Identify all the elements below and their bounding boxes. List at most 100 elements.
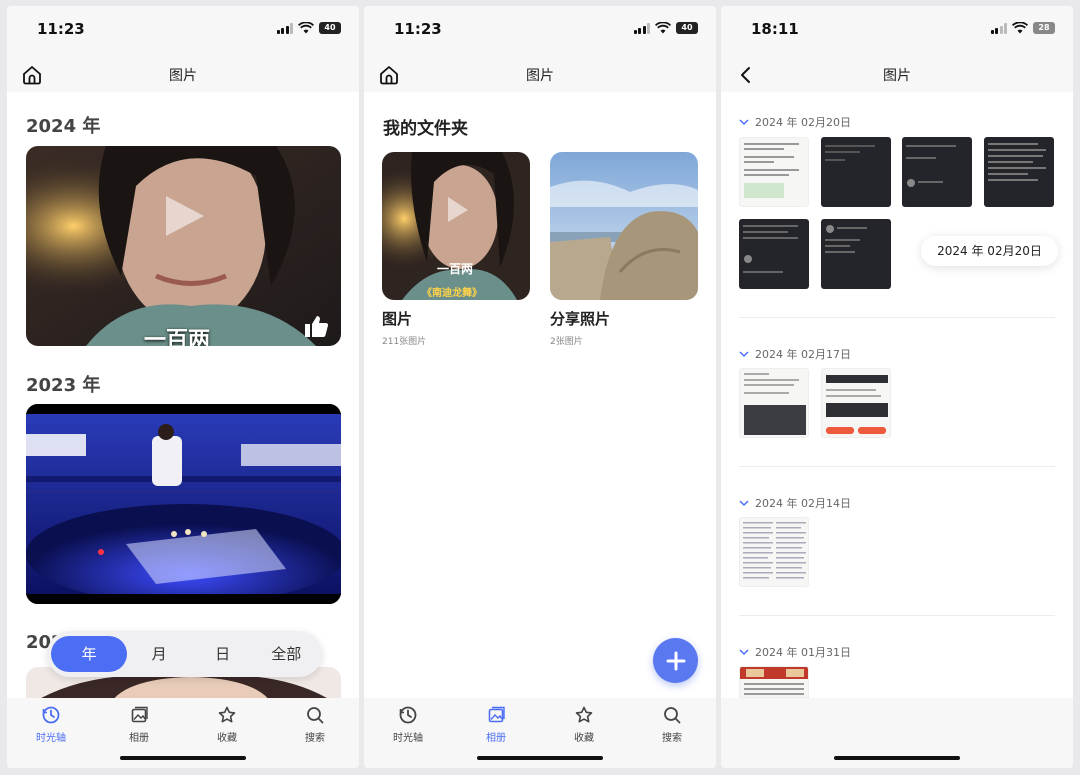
page-title: 图片 <box>883 68 911 84</box>
album-thumbnail <box>550 152 698 300</box>
nav-bar: 图片 <box>364 50 716 98</box>
segment-year[interactable]: 年 <box>51 636 128 672</box>
photo-thumb[interactable] <box>821 219 891 289</box>
album-count: 211张图片 <box>382 337 427 347</box>
date-label: 2024 年 02月20日 <box>755 116 851 129</box>
year-card-2024[interactable]: 一百两 <box>26 146 341 346</box>
photo-thumb[interactable] <box>739 219 809 289</box>
phone-albums: 11:23 40 图片 我的文件夹 一百两 《南迪龙舞》 图片 211张图片 分… <box>364 6 716 768</box>
tab-search[interactable]: 搜索 <box>628 704 716 768</box>
segment-month[interactable]: 月 <box>127 636 191 672</box>
date-label: 2024 年 02月17日 <box>755 348 851 361</box>
divider <box>739 317 1055 318</box>
photo-grid-content[interactable]: 2024 年 02月20日 2024 年 02月20日 2024 年 02月17… <box>721 92 1073 698</box>
album-card[interactable]: 一百两 《南迪龙舞》 图片 211张图片 <box>382 152 530 347</box>
tab-label: 时光轴 <box>36 733 66 744</box>
segment-day[interactable]: 日 <box>191 636 255 672</box>
battery-icon: 40 <box>676 22 698 34</box>
tab-timeline[interactable]: 时光轴 <box>364 704 452 768</box>
album-card[interactable]: 分享照片 2张图片 <box>550 152 698 347</box>
status-time: 11:23 <box>394 20 442 38</box>
period-segmented-control[interactable]: 年 月 日 全部 <box>47 631 322 677</box>
floating-date-chip: 2024 年 02月20日 <box>921 236 1058 266</box>
signal-icon <box>276 22 293 34</box>
video-thumbnail <box>26 146 341 346</box>
photo-thumb[interactable] <box>739 517 809 587</box>
tab-search[interactable]: 搜索 <box>271 704 359 768</box>
battery-icon: 40 <box>319 22 341 34</box>
signal-icon <box>633 22 650 34</box>
page-title: 图片 <box>526 68 554 84</box>
thumbs-up-icon <box>305 316 329 338</box>
albums-content: 我的文件夹 一百两 《南迪龙舞》 图片 211张图片 分享照片 2张图片 <box>364 92 716 698</box>
wifi-icon <box>298 22 314 34</box>
home-indicator <box>477 756 603 760</box>
status-time: 11:23 <box>37 20 85 38</box>
tab-label: 相册 <box>486 733 506 744</box>
photo-thumb[interactable] <box>821 137 891 207</box>
search-icon <box>664 707 681 724</box>
bottom-bar <box>721 698 1073 768</box>
add-folder-button[interactable] <box>653 638 698 683</box>
star-icon <box>575 706 593 723</box>
album-thumbnail: 一百两 《南迪龙舞》 <box>382 152 530 300</box>
date-group-header[interactable]: 2024 年 01月31日 <box>739 644 851 660</box>
status-bar: 11:23 40 <box>7 6 359 50</box>
concert-thumbnail <box>26 404 341 604</box>
divider <box>739 615 1055 616</box>
tab-label: 时光轴 <box>393 733 423 744</box>
photo-thumb[interactable] <box>739 666 809 698</box>
timeline-content[interactable]: 2024 年 一百两 2023 年 年 月 日 全部 <box>7 92 359 698</box>
tab-label: 收藏 <box>574 733 594 744</box>
status-time: 18:11 <box>751 20 799 38</box>
year-heading: 2023 年 <box>26 375 101 396</box>
segment-all[interactable]: 全部 <box>254 636 318 672</box>
album-name: 图片 <box>382 310 413 328</box>
phone-timeline: 11:23 40 图片 2024 年 一百两 2023 年 年 月 日 全部 时… <box>7 6 359 768</box>
clock-icon <box>42 706 60 724</box>
wifi-icon <box>655 22 671 34</box>
page-title: 图片 <box>169 68 197 84</box>
year-heading: 2024 年 <box>26 116 101 137</box>
tab-label: 相册 <box>129 733 149 744</box>
tab-label: 搜索 <box>662 733 682 744</box>
nav-bar: 图片 <box>7 50 359 98</box>
video-caption: 一百两 <box>144 328 211 346</box>
chevron-down-icon <box>739 649 749 656</box>
date-group-header[interactable]: 2024 年 02月17日 <box>739 346 851 362</box>
star-icon <box>218 706 236 723</box>
photo-thumb[interactable] <box>739 137 809 207</box>
status-bar: 11:23 40 <box>364 6 716 50</box>
nav-bar: 图片 <box>721 50 1073 98</box>
date-label: 2024 年 02月14日 <box>755 497 851 510</box>
thumbnail-caption: 一百两 <box>437 262 474 276</box>
album-icon <box>488 706 505 723</box>
chevron-down-icon <box>739 500 749 507</box>
photo-thumb[interactable] <box>821 368 891 438</box>
photo-thumb[interactable] <box>984 137 1054 207</box>
photo-thumb[interactable] <box>739 368 809 438</box>
divider <box>739 466 1055 467</box>
tab-timeline[interactable]: 时光轴 <box>7 704 95 768</box>
album-icon <box>131 706 148 723</box>
section-title: 我的文件夹 <box>383 119 468 139</box>
date-group-header[interactable]: 2024 年 02月14日 <box>739 495 851 511</box>
chevron-down-icon <box>739 119 749 126</box>
album-name: 分享照片 <box>550 310 611 328</box>
home-indicator <box>834 756 960 760</box>
tab-bar: 时光轴 相册 收藏 搜索 <box>7 698 359 768</box>
tab-label: 搜索 <box>305 733 325 744</box>
year-card-2023[interactable] <box>26 404 341 604</box>
status-bar: 18:11 28 <box>721 6 1073 50</box>
plus-icon <box>666 651 685 670</box>
signal-icon <box>990 22 1007 34</box>
date-group-header[interactable]: 2024 年 02月20日 <box>739 114 851 130</box>
date-label: 2024 年 01月31日 <box>755 646 851 659</box>
album-count: 2张图片 <box>550 337 583 347</box>
thumbnail-subcaption: 《南迪龙舞》 <box>422 288 482 299</box>
photo-thumb[interactable] <box>902 137 972 207</box>
tab-bar: 时光轴 相册 收藏 搜索 <box>364 698 716 768</box>
search-icon <box>307 707 324 724</box>
phone-photo-grid: 18:11 28 图片 2024 年 02月20日 2024 年 02月20日 … <box>721 6 1073 768</box>
home-indicator <box>120 756 246 760</box>
